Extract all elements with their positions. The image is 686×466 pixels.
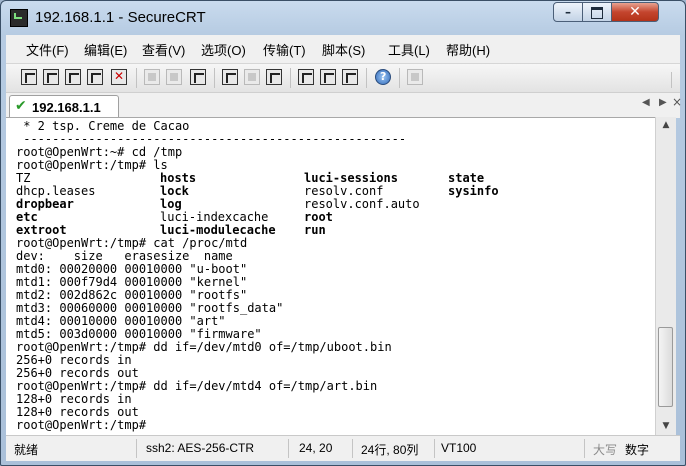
status-cursor-position: 24, 20 xyxy=(299,441,333,455)
connected-check-icon: ✔ xyxy=(15,98,27,114)
menu-view[interactable]: 查看(V) xyxy=(142,40,185,59)
find-icon[interactable] xyxy=(190,69,206,85)
menu-options[interactable]: 选项(O) xyxy=(201,40,246,59)
connect-icon[interactable] xyxy=(21,69,37,85)
menu-bar: 文件(F) 编辑(E) 查看(V) 选项(O) 传输(T) 脚本(S) 工具(L… xyxy=(6,35,680,63)
menu-file[interactable]: 文件(F) xyxy=(26,40,69,59)
tab-session-192-168-1-1[interactable]: ✔ 192.168.1.1 xyxy=(9,95,119,119)
keymap-icon[interactable] xyxy=(342,69,358,85)
status-bar: 就绪 ssh2: AES-256-CTR 24, 20 24行, 80列 VT1… xyxy=(6,435,680,461)
tab-scroll-left-icon[interactable]: ◀ xyxy=(642,97,650,108)
terminal-prompt-line: root@OpenWrt:/tmp# xyxy=(16,418,154,432)
terminal-line: root@OpenWrt:/tmp# ls xyxy=(16,158,168,172)
minimize-icon: – xyxy=(565,5,571,19)
print-icon[interactable] xyxy=(222,69,238,85)
securecrt-app-icon xyxy=(10,9,28,27)
menu-transfer[interactable]: 传输(T) xyxy=(263,40,306,59)
toolbar-separator xyxy=(290,68,291,88)
maximize-icon xyxy=(591,7,603,19)
session-options-icon[interactable] xyxy=(298,69,314,85)
disconnect-icon[interactable] xyxy=(111,69,127,85)
window-title: 192.168.1.1 - SecureCRT xyxy=(35,9,206,26)
status-separator xyxy=(352,439,353,458)
tab-scroll-right-icon[interactable]: ▶ xyxy=(659,97,667,108)
global-options-icon[interactable] xyxy=(320,69,336,85)
session-tab-bar: ✔ 192.168.1.1 ◀ ▶ × xyxy=(6,92,682,119)
toolbar-separator xyxy=(214,68,215,88)
securecrt-window: 192.168.1.1 - SecureCRT – ✕ 文件(F) 编辑(E) … xyxy=(0,0,686,466)
quick-connect-icon[interactable] xyxy=(43,69,59,85)
tab-close-icon[interactable]: × xyxy=(672,95,682,109)
status-terminal-size: 24行, 80列 xyxy=(361,443,419,457)
ls-entry-dir: run xyxy=(304,223,326,237)
reconnect-icon[interactable] xyxy=(87,69,103,85)
connect-in-tab-icon[interactable] xyxy=(65,69,81,85)
status-cipher: ssh2: AES-256-CTR xyxy=(146,441,255,455)
menu-script[interactable]: 脚本(S) xyxy=(322,40,365,59)
screen-layout-icon[interactable] xyxy=(407,69,423,85)
status-num-lock: 数字 xyxy=(625,443,650,457)
status-separator xyxy=(288,439,289,458)
close-button[interactable]: ✕ xyxy=(611,2,659,22)
status-separator xyxy=(434,439,435,458)
minimize-button[interactable]: – xyxy=(553,2,583,22)
scrollbar-thumb[interactable] xyxy=(658,327,673,407)
status-separator xyxy=(136,439,137,458)
paste-icon[interactable] xyxy=(166,69,182,85)
toolbar-separator xyxy=(136,68,137,88)
menu-help[interactable]: 帮助(H) xyxy=(446,40,490,59)
menu-edit[interactable]: 编辑(E) xyxy=(84,40,127,59)
copy-icon[interactable] xyxy=(144,69,160,85)
status-separator xyxy=(584,439,585,458)
toolbar-overflow-icon[interactable] xyxy=(671,72,672,88)
status-ready: 就绪 xyxy=(14,443,39,457)
terminal-screen[interactable]: * 2 tsp. Creme de Cacao ----------------… xyxy=(6,117,655,436)
scroll-down-icon[interactable]: ▼ xyxy=(656,418,676,435)
ls-entry-dir: sysinfo xyxy=(448,184,499,198)
menu-tools[interactable]: 工具(L) xyxy=(388,40,430,59)
toolbar xyxy=(6,63,680,92)
scroll-up-icon[interactable]: ▲ xyxy=(656,117,676,134)
toolbar-separator xyxy=(366,68,367,88)
close-icon: ✕ xyxy=(629,4,641,20)
print-setup-icon[interactable] xyxy=(266,69,282,85)
help-icon[interactable] xyxy=(375,69,391,85)
title-bar[interactable]: 192.168.1.1 - SecureCRT – ✕ xyxy=(1,1,685,35)
status-emulation: VT100 xyxy=(441,441,477,455)
tab-label: 192.168.1.1 xyxy=(32,100,101,115)
maximize-button[interactable] xyxy=(582,2,612,22)
print-selection-icon[interactable] xyxy=(244,69,260,85)
status-caps-lock: 大写 xyxy=(593,443,618,457)
terminal-scrollbar[interactable]: ▲ ▼ xyxy=(655,117,676,435)
toolbar-separator xyxy=(399,68,400,88)
